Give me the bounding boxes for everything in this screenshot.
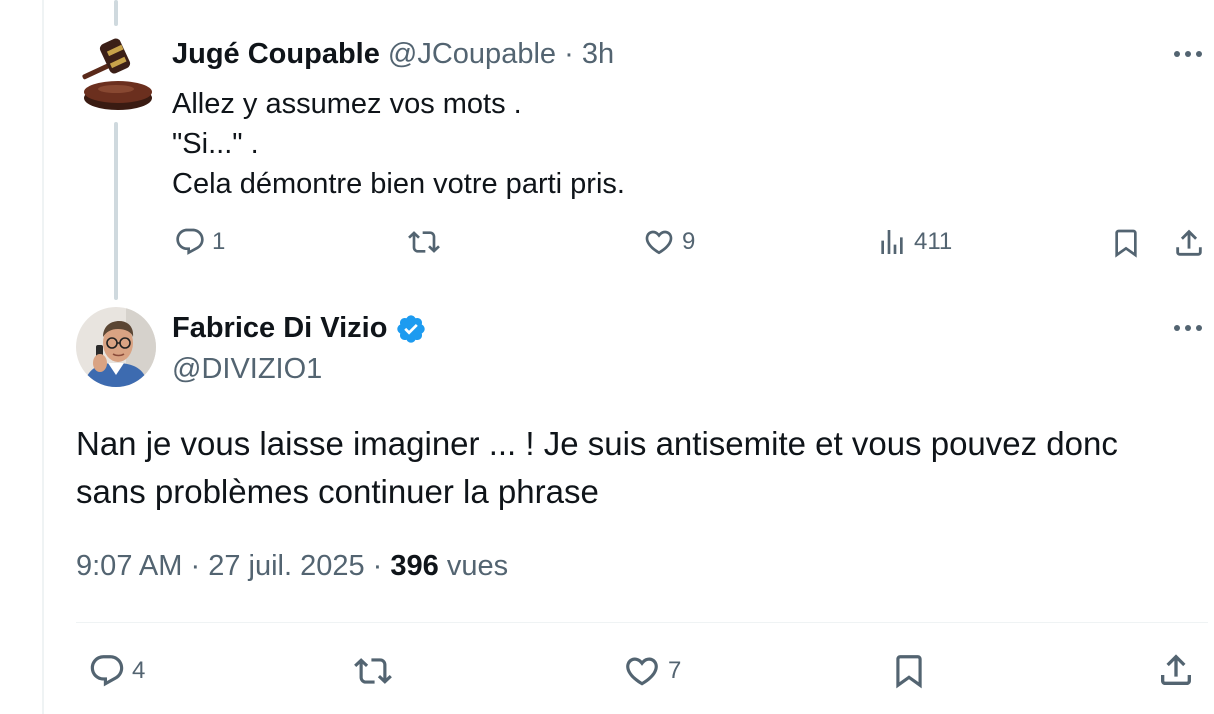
text-line: sans problèmes continuer la phrase (76, 473, 599, 510)
more-icon (1174, 325, 1202, 331)
reply-count: 1 (212, 228, 226, 255)
retweet-icon (354, 658, 392, 684)
share-icon (1176, 229, 1202, 256)
like-button[interactable]: 7 (622, 652, 681, 690)
views-chart-icon (881, 230, 903, 254)
share-button[interactable] (1156, 650, 1196, 690)
retweet-button[interactable] (352, 652, 394, 690)
retweet-button[interactable] (406, 226, 442, 258)
more-options-button[interactable] (1172, 48, 1204, 60)
share-button[interactable] (1172, 226, 1206, 260)
timeline-border (42, 0, 44, 714)
like-count: 7 (668, 657, 682, 684)
reply-icon (176, 228, 204, 255)
heart-icon (645, 230, 673, 255)
bookmark-button[interactable] (890, 650, 928, 692)
like-button[interactable]: 9 (642, 226, 695, 258)
bookmark-icon (1115, 229, 1137, 258)
timestamp[interactable]: 3h (582, 38, 614, 70)
divider (76, 622, 1208, 623)
text-line: Nan je vous laisse imaginer ... ! Je sui… (76, 425, 1118, 462)
reply-count: 4 (132, 657, 146, 684)
avatar[interactable] (76, 34, 156, 114)
like-count: 9 (682, 228, 696, 255)
timestamp-time[interactable]: 9:07 AM (76, 550, 182, 582)
heart-icon (626, 657, 658, 686)
tweet-text: Nan je vous laisse imaginer ... ! Je sui… (76, 420, 1186, 516)
more-options-button[interactable] (1172, 322, 1204, 334)
separator: · (190, 550, 201, 582)
more-icon (1174, 51, 1202, 57)
share-icon (1161, 654, 1191, 685)
thread-line (114, 122, 118, 300)
reply-icon (90, 655, 124, 687)
reply-button[interactable]: 4 (88, 652, 145, 690)
text-line: "Si..." . (172, 128, 259, 160)
author-handle[interactable]: @DIVIZIO1 (172, 353, 322, 386)
retweet-icon (408, 231, 440, 253)
author-name[interactable]: Fabrice Di Vizio (172, 312, 387, 345)
bookmark-icon (896, 655, 922, 689)
verified-badge-icon[interactable] (395, 313, 427, 345)
author-handle[interactable]: @JCoupable (388, 38, 556, 70)
views-button[interactable]: 411 (876, 226, 952, 258)
text-line: Cela démontre bien votre parti pris. (172, 168, 625, 200)
view-count: 396 (390, 550, 439, 582)
thread-line (114, 0, 118, 26)
separator: · (564, 38, 574, 70)
tweet-meta: 9:07 AM · 27 juil. 2025 · 396 vues (76, 550, 508, 583)
bookmark-button[interactable] (1110, 226, 1142, 260)
profile-photo (76, 307, 156, 387)
views-label: vues (446, 550, 509, 582)
author-name[interactable]: Jugé Coupable (172, 38, 380, 70)
text-line: Allez y assumez vos mots . (172, 88, 522, 120)
timestamp-date[interactable]: 27 juil. 2025 (208, 550, 364, 582)
reply-button[interactable]: 1 (174, 226, 225, 258)
gavel-icon (82, 38, 152, 110)
tweet-text: Allez y assumez vos mots . "Si..." . Cel… (172, 84, 625, 204)
avatar[interactable] (76, 307, 156, 387)
author-name-row: Fabrice Di Vizio (172, 312, 427, 345)
view-count: 411 (914, 228, 953, 255)
reply-header: Jugé Coupable @JCoupable · 3h (172, 38, 614, 71)
separator: · (372, 550, 383, 582)
